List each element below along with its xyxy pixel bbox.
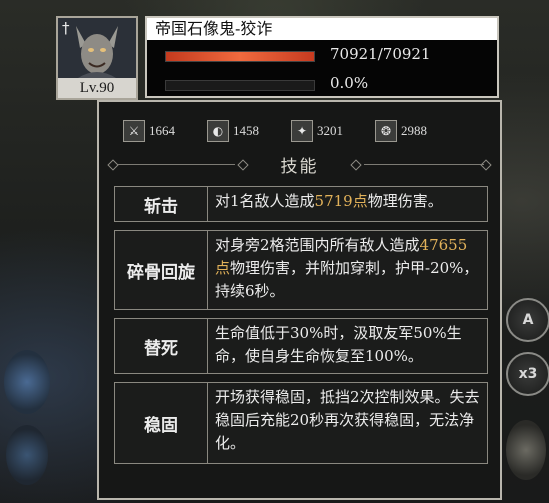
stat-value: 3201 — [317, 123, 343, 138]
background-character-right — [506, 420, 546, 480]
auto-battle-button[interactable]: A — [506, 298, 549, 342]
skills-section-header: 技能 — [105, 152, 494, 177]
stat-attack: ⚔ 1664 — [123, 120, 207, 142]
stat-magic-defense: ❂ 2988 — [375, 120, 459, 142]
magic-attack-stat-icon: ✦ — [291, 120, 313, 142]
skill-name: 稳固 — [115, 383, 208, 463]
background-character-left-bottom — [6, 425, 48, 485]
skill-name: 替死 — [115, 319, 208, 373]
attack-stat-icon: ⚔ — [123, 120, 145, 142]
stat-value: 1458 — [233, 123, 259, 138]
skill-row: 斩击 对1名敌人造成5719点物理伤害。 — [114, 186, 488, 222]
unit-portrait: † Lv.90 — [56, 16, 138, 100]
skill-row: 碎骨回旋 对身旁2格范围内所有敌人造成47655点物理伤害，并附加穿刺，护甲-2… — [114, 230, 488, 310]
skill-desc-text: 物理伤害。 — [367, 192, 443, 210]
speed-button[interactable]: x3 — [506, 352, 549, 396]
skill-row: 替死 生命值低于30%时，汲取友军50%生命，使自身生命恢复至100%。 — [114, 318, 488, 374]
skill-desc-text: 生命值低于30%时，汲取友军50%生命，使自身生命恢复至100%。 — [215, 324, 462, 365]
hp-value: 70921/70921 — [330, 45, 431, 63]
divider-right — [364, 164, 484, 165]
skill-description: 对身旁2格范围内所有敌人造成47655点物理伤害，并附加穿刺，护甲-20%，持续… — [208, 231, 487, 309]
stat-defense: ◐ 1458 — [207, 120, 291, 142]
stat-value: 2988 — [401, 123, 427, 138]
dagger-class-icon: † — [62, 19, 70, 37]
hp-bar-fill — [166, 52, 314, 61]
title-bar: 帝国石像鬼-狡诈 — [147, 18, 497, 40]
unit-detail-panel: ⚔ 1664 ◐ 1458 ✦ 3201 ❂ 2988 技能 斩击 对1名敌人造… — [97, 100, 502, 500]
hp-bar — [165, 51, 315, 62]
skill-desc-text: 开场获得稳固，抵挡2次控制效果。失去稳固后充能20秒再次获得稳固，无法净化。 — [215, 388, 480, 452]
energy-bar — [165, 80, 315, 91]
skill-row: 稳固 开场获得稳固，抵挡2次控制效果。失去稳固后充能20秒再次获得稳固，无法净化… — [114, 382, 488, 464]
magic-defense-stat-icon: ❂ — [375, 120, 397, 142]
skill-desc-text: 对1名敌人造成 — [215, 192, 315, 210]
stats-row: ⚔ 1664 ◐ 1458 ✦ 3201 ❂ 2988 — [123, 120, 459, 142]
stat-value: 1664 — [149, 123, 175, 138]
skill-description: 生命值低于30%时，汲取友军50%生命，使自身生命恢复至100%。 — [208, 319, 487, 373]
skill-desc-text: 对身旁2格范围内所有敌人造成 — [215, 236, 420, 254]
stat-magic-attack: ✦ 3201 — [291, 120, 375, 142]
skill-desc-text: 物理伤害，并附加穿刺，护甲-20%，持续6秒。 — [215, 259, 479, 300]
skill-description: 对1名敌人造成5719点物理伤害。 — [208, 187, 487, 221]
unit-name: 帝国石像鬼-狡诈 — [155, 19, 273, 38]
defense-stat-icon: ◐ — [207, 120, 229, 142]
unit-header-panel: 帝国石像鬼-狡诈 70921/70921 0.0% — [145, 16, 499, 98]
skill-name: 碎骨回旋 — [115, 231, 208, 309]
skill-description: 开场获得稳固，抵挡2次控制效果。失去稳固后充能20秒再次获得稳固，无法净化。 — [208, 383, 487, 463]
unit-level: Lv.90 — [58, 78, 136, 98]
energy-value: 0.0% — [330, 74, 369, 92]
skill-name: 斩击 — [115, 187, 208, 221]
skill-damage-value: 5719点 — [314, 192, 368, 210]
background-character-left-top — [4, 350, 50, 414]
